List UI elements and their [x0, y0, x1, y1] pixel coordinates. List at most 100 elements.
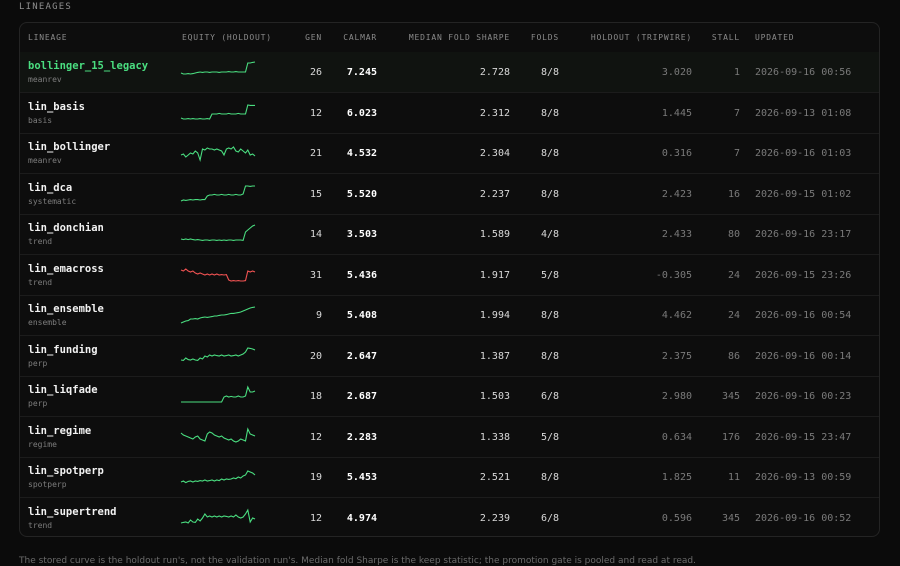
equity-line — [180, 470, 256, 484]
lineage-kind: trend — [28, 520, 53, 530]
stall-value: 11 — [727, 472, 740, 483]
equity-sparkline — [180, 61, 256, 75]
median-fold-sharpe-value: 2.304 — [479, 148, 510, 159]
calmar-value: 5.436 — [346, 269, 377, 281]
lineages-table: LINEAGE EQUITY (HOLDOUT) GEN CALMAR MEDI… — [19, 22, 880, 537]
calmar-value: 6.023 — [346, 107, 377, 119]
gen-value: 19 — [309, 472, 322, 483]
table-row[interactable]: lin_basis basis 12 6.023 2.312 8/8 1.445 7 2026-… — [20, 93, 879, 134]
lineage-kind: meanrev — [28, 156, 62, 165]
stall-value: 345 — [721, 391, 740, 402]
lineage-kind: spotperp — [28, 480, 67, 489]
col-gen[interactable]: GEN — [305, 33, 322, 42]
col-stall[interactable]: STALL — [712, 33, 740, 42]
table-row[interactable]: bollinger_15_legacy meanrev 26 7.245 2.728 8/… — [20, 52, 879, 93]
table-row[interactable]: lin_funding perp 20 2.647 1.387 8/8 2.375 86 202… — [20, 336, 879, 377]
gen-value: 14 — [309, 229, 322, 240]
lineage-kind: perp — [28, 358, 48, 368]
col-updated[interactable]: UPDATED — [755, 33, 794, 42]
table-row[interactable]: lin_ensemble ensemble 9 5.408 1.994 8/8 4.462 2… — [20, 295, 879, 336]
table-row[interactable]: lin_bollinger meanrev 21 4.532 2.304 8/8 0.316… — [20, 133, 879, 174]
folds-value: 8/8 — [540, 67, 559, 78]
equity-line — [180, 267, 256, 282]
folds-value: 5/8 — [540, 431, 559, 443]
table-row[interactable]: lin_supertrend trend 12 4.974 2.239 6/8 0.596 3… — [20, 498, 879, 537]
equity-line — [180, 184, 255, 202]
equity-sparkline — [180, 224, 256, 242]
gen-value: 12 — [309, 107, 322, 119]
median-fold-sharpe-value: 1.994 — [479, 310, 510, 321]
equity-sparkline — [180, 507, 256, 524]
stall-value: 7 — [733, 148, 740, 159]
holdout-value: 1.825 — [661, 472, 692, 483]
lineage-name: lin_dca — [28, 181, 73, 194]
median-fold-sharpe-value: 1.338 — [479, 431, 510, 443]
holdout-value: 2.423 — [661, 188, 692, 200]
col-holdout[interactable]: HOLDOUT (TRIPWIRE) — [591, 33, 692, 42]
table-row[interactable]: lin_regime regime 12 2.283 1.338 5/8 0.634 176 2… — [20, 417, 879, 458]
calmar-value: 5.408 — [346, 310, 377, 321]
stall-value: 7 — [733, 107, 740, 119]
calmar-value: 5.453 — [346, 472, 377, 483]
folds-value: 6/8 — [540, 512, 559, 524]
equity-line — [180, 61, 256, 75]
median-fold-sharpe-value: 2.728 — [479, 67, 510, 78]
table-row[interactable]: lin_dca systematic 15 5.520 2.237 8/8 2.423 16 2… — [20, 174, 879, 215]
updated-value: 2026-09-16 00:54 — [755, 310, 852, 321]
median-fold-sharpe-value: 2.312 — [479, 107, 510, 119]
lineage-name: lin_emacross — [28, 262, 104, 275]
calmar-value: 2.687 — [346, 391, 377, 402]
folds-value: 8/8 — [540, 472, 559, 483]
updated-value: 2026-09-16 01:03 — [755, 148, 852, 159]
table-row[interactable]: lin_emacross trend 31 5.436 1.917 5/8 -0.305 24… — [20, 255, 879, 296]
calmar-value: 4.532 — [346, 148, 377, 159]
lineage-name: lin_bollinger — [28, 141, 111, 153]
footer-note: The stored curve is the holdout run's, n… — [19, 556, 696, 566]
lineage-kind: perp — [28, 399, 48, 408]
table-row[interactable]: lin_liqfade perp 18 2.687 1.503 6/8 2.980 345 20… — [20, 376, 879, 417]
updated-value: 2026-09-16 00:14 — [755, 350, 852, 362]
col-calmar[interactable]: CALMAR — [343, 33, 377, 42]
median-fold-sharpe-value: 2.237 — [479, 188, 510, 200]
lineage-name: lin_ensemble — [28, 303, 104, 315]
equity-line — [180, 306, 256, 324]
equity-sparkline — [180, 470, 256, 484]
equity-sparkline — [180, 346, 256, 361]
lineage-name: lin_regime — [28, 424, 92, 437]
updated-value: 2026-09-16 23:17 — [755, 229, 852, 240]
holdout-value: 0.634 — [661, 431, 692, 443]
equity-sparkline — [180, 306, 256, 324]
median-fold-sharpe-value: 1.503 — [479, 391, 510, 402]
lineage-name: lin_donchian — [28, 222, 104, 234]
folds-value: 6/8 — [540, 391, 559, 402]
table-row[interactable]: lin_spotperp spotperp 19 5.453 2.521 8/8 1.825… — [20, 457, 879, 498]
updated-value: 2026-09-16 00:52 — [755, 512, 852, 524]
col-median-fold-sharpe[interactable]: MEDIAN FOLD SHARPE — [409, 33, 510, 42]
col-lineage[interactable]: LINEAGE — [28, 33, 67, 42]
equity-line — [180, 146, 256, 163]
table-row[interactable]: lin_donchian trend 14 3.503 1.589 4/8 2.433 80 2… — [20, 214, 879, 255]
lineage-kind: systematic — [28, 196, 77, 206]
calmar-value: 7.245 — [346, 67, 377, 78]
folds-value: 4/8 — [540, 229, 559, 240]
lineage-kind: basis — [28, 115, 53, 125]
calmar-value: 2.647 — [346, 350, 377, 362]
calmar-value: 4.974 — [346, 512, 377, 524]
equity-sparkline — [180, 103, 255, 120]
holdout-value: 2.433 — [661, 229, 692, 240]
gen-value: 9 — [315, 310, 322, 321]
holdout-value: -0.305 — [655, 269, 692, 281]
col-equity[interactable]: EQUITY (HOLDOUT) — [182, 33, 272, 42]
stall-value: 86 — [727, 350, 740, 362]
equity-line — [180, 103, 255, 120]
stall-value: 24 — [727, 269, 740, 281]
holdout-value: 0.596 — [661, 512, 692, 524]
updated-value: 2026-09-15 23:47 — [755, 431, 852, 443]
equity-sparkline — [180, 146, 256, 163]
gen-value: 31 — [309, 269, 322, 281]
equity-sparkline — [180, 184, 255, 202]
lineage-kind: regime — [28, 439, 57, 449]
col-folds[interactable]: FOLDS — [531, 33, 559, 42]
equity-line — [180, 224, 256, 242]
calmar-value: 2.283 — [346, 431, 377, 443]
